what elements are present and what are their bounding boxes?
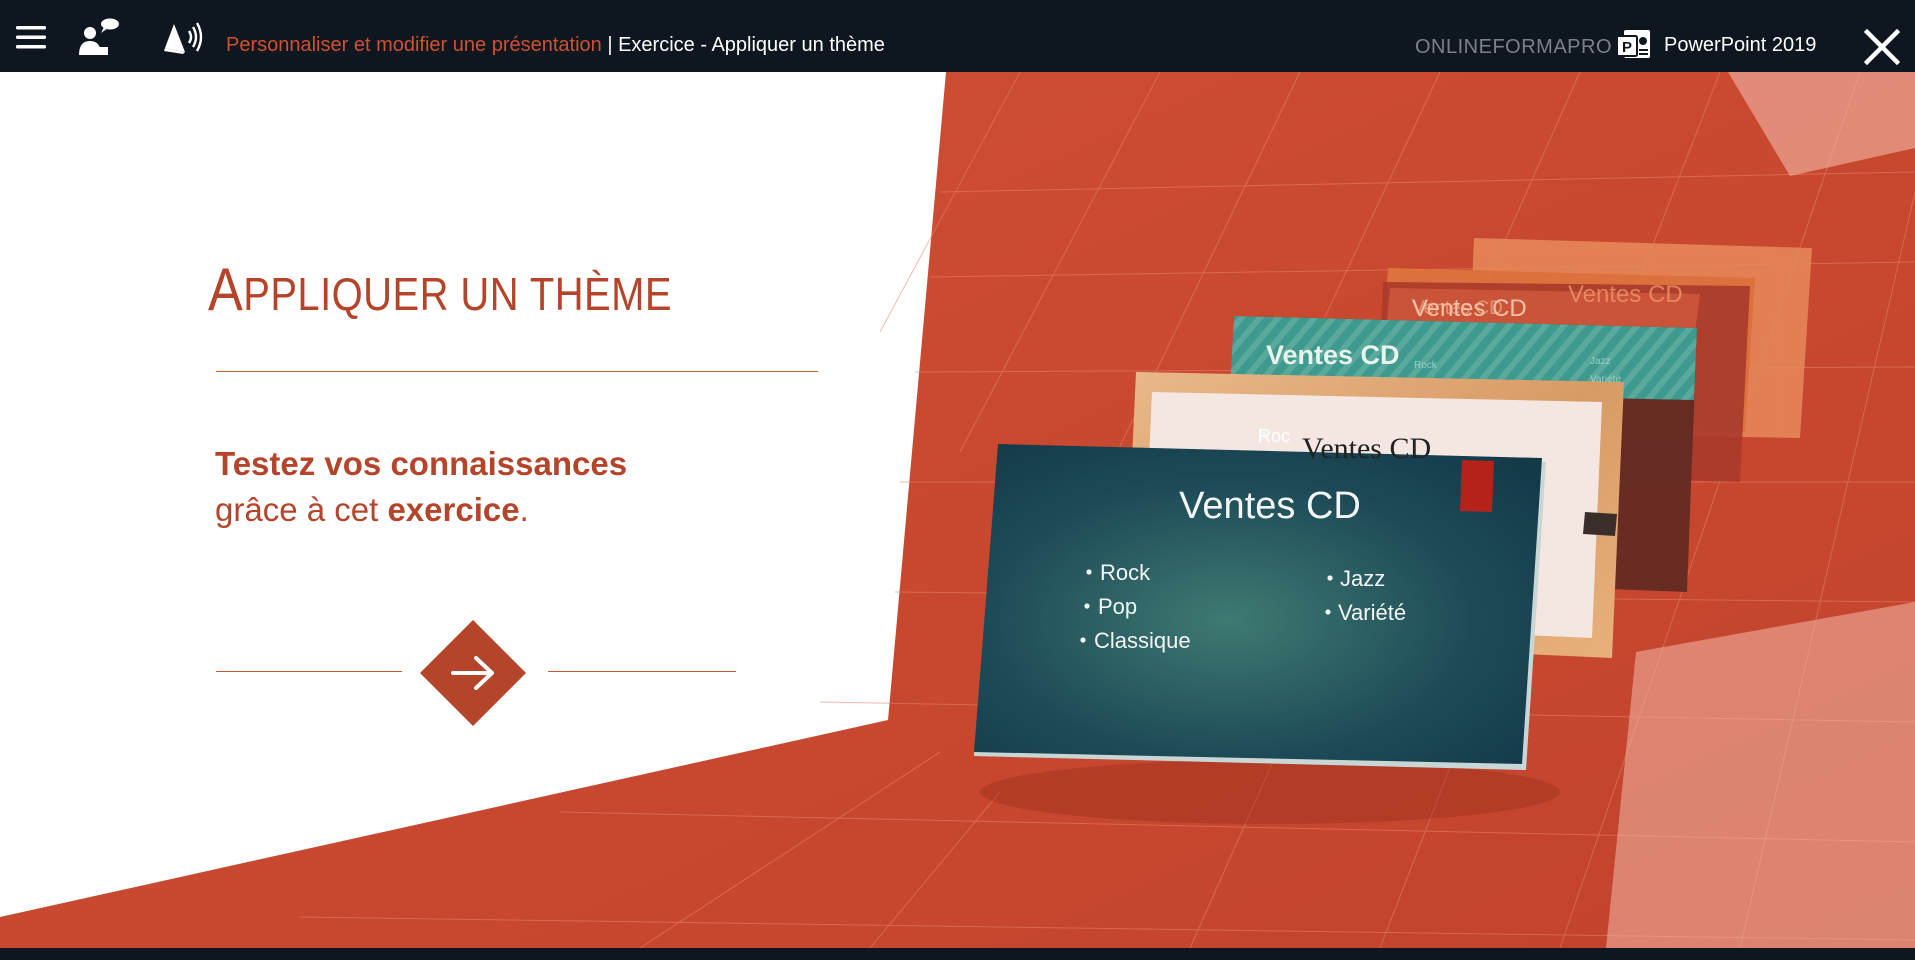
tiny-bullet: Jazz [1590,356,1611,367]
button-divider-right [548,671,736,672]
product-label: P PowerPoint 2019 [1616,28,1816,62]
intro-line2-suffix: . [519,491,529,528]
slide-title-text: Ventes CD [1568,281,1683,308]
bullet-rock: Rock [1100,560,1151,585]
intro-line2-strong: exercice [387,491,520,528]
next-button[interactable] [420,620,526,726]
close-button[interactable] [1859,24,1905,70]
audio-speaker-icon [164,22,203,54]
decor-shape-bottom [1606,602,1915,948]
tiny-bullet: Rock [1414,360,1438,371]
intro-line1: Testez vos connaissances [215,445,628,482]
next-button-shape [420,620,526,726]
close-icon [1864,29,1900,65]
svg-text:P: P [1622,39,1632,56]
bullet-back-slide: Roc [1258,426,1290,446]
slide-title-text: Ventes CD [1302,432,1431,465]
breadcrumb: Personnaliser et modifier une présentati… [226,34,885,57]
title-divider [216,371,818,372]
menu-button[interactable] [8,14,54,60]
bullet-variete: Variété [1338,600,1406,625]
intro-line2: grâce à cet exercice. [215,487,627,533]
lesson-title: APPLIQUER UN THÈME [208,256,748,339]
tiny-bullet: Variété [1590,374,1621,385]
intro-line2-prefix: grâce à cet [215,491,388,528]
lesson-stage: Ventes CD Ventes CD Ventes CD Ventes CD … [0,72,1915,948]
breadcrumb-parent[interactable]: Personnaliser et modifier une présentati… [226,34,602,56]
lesson-title-text: APPLIQUER UN THÈME [208,258,672,323]
product-name: PowerPoint 2019 [1664,33,1817,56]
lesson-title-smallcaps: APPLIQUER UN THÈME [208,256,672,323]
tutor-speech-icon [79,18,119,55]
button-divider-left [216,671,402,672]
powerpoint-icon: P [1616,30,1650,58]
tutor-button[interactable] [76,14,122,60]
slide-title-text: Ventes CD [1412,295,1527,322]
bullet-jazz: Jazz [1340,566,1385,591]
bullet-classique: Classique [1094,628,1191,653]
bullet-pop: Pop [1098,594,1137,619]
top-bar: Personnaliser et modifier une présentati… [0,0,1915,72]
bottom-bar [0,948,1915,960]
breadcrumb-current: Exercice - Appliquer un thème [618,34,885,56]
intro-text: Testez vos connaissances grâce à cet exe… [215,441,627,533]
slide-title-text: Ventes CD [1266,340,1400,370]
hamburger-menu-icon [16,26,46,49]
brand-name: ONLINEFORMAPRO [1415,36,1613,58]
breadcrumb-separator: | [601,34,619,56]
audio-button[interactable] [160,14,206,60]
slide-title-front: Ventes CD [1179,485,1361,527]
